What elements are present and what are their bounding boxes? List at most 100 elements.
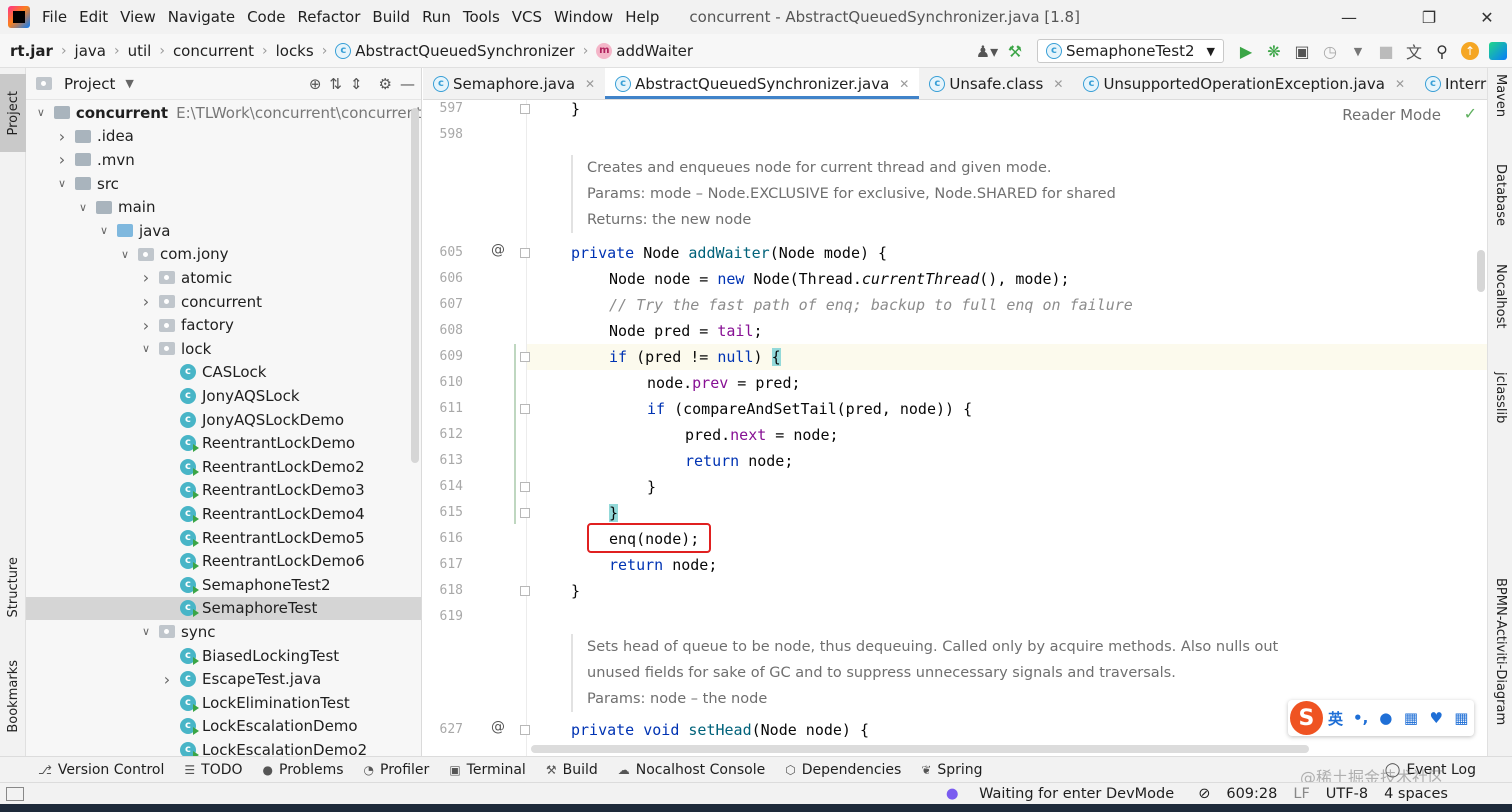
tree-item[interactable]: ∨ concurrent E:\TLWork\concurrent\concurre… bbox=[26, 101, 421, 125]
tool-tab-bpmn[interactable]: BPMN-Activiti-Diagram bbox=[1488, 578, 1512, 725]
tree-item[interactable]: c ReentrantLockDemo3 bbox=[26, 479, 421, 503]
ime-punctuation-toggle[interactable]: •, bbox=[1348, 709, 1373, 727]
tree-item[interactable]: c CASLock bbox=[26, 361, 421, 385]
build-hammer-icon[interactable]: ⚒ bbox=[1001, 37, 1029, 65]
skin-icon[interactable]: ♥ bbox=[1424, 709, 1449, 727]
chevron-right-icon[interactable]: › bbox=[139, 316, 153, 335]
editor-tab[interactable]: cInterrup bbox=[1415, 68, 1487, 99]
tree-item[interactable]: c ReentrantLockDemo2 bbox=[26, 455, 421, 479]
chevron-right-icon[interactable]: › bbox=[55, 127, 69, 146]
locate-icon[interactable]: ⊕ bbox=[309, 75, 322, 93]
chevron-down-icon[interactable]: ∨ bbox=[139, 625, 153, 638]
override-icon[interactable]: @ bbox=[491, 719, 505, 735]
tree-item[interactable]: c ReentrantLockDemo5 bbox=[26, 526, 421, 550]
tool-window-todo[interactable]: ☰ TODO bbox=[174, 762, 252, 778]
stop-icon[interactable]: ■ bbox=[1372, 37, 1400, 65]
breadcrumb-rt-jar[interactable]: rt.jar bbox=[10, 42, 53, 60]
line-separator[interactable]: LF bbox=[1285, 786, 1317, 802]
menu-vcs[interactable]: VCS bbox=[506, 0, 548, 34]
chevron-down-icon[interactable]: ∨ bbox=[76, 201, 90, 214]
menu-navigate[interactable]: Navigate bbox=[162, 0, 241, 34]
reader-mode-toggle[interactable]: Reader Mode bbox=[1342, 106, 1441, 124]
fold-icon[interactable] bbox=[520, 404, 530, 414]
menu-help[interactable]: Help bbox=[619, 0, 665, 34]
tool-window-version-control[interactable]: ⎇ Version Control bbox=[28, 762, 174, 778]
tree-item[interactable]: c SemaphoneTest2 bbox=[26, 573, 421, 597]
tree-item[interactable]: › c EscapeTest.java bbox=[26, 667, 421, 691]
search-icon[interactable]: ⚲ bbox=[1428, 37, 1456, 65]
tree-item[interactable]: ∨ src bbox=[26, 172, 421, 196]
minimize-icon[interactable]: — bbox=[1326, 0, 1372, 34]
ime-language-toggle[interactable]: 英 bbox=[1323, 708, 1348, 729]
tree-item[interactable]: c ReentrantLockDemo4 bbox=[26, 502, 421, 526]
tree-item[interactable]: c LockEliminationTest bbox=[26, 691, 421, 715]
tree-item[interactable]: ∨ lock bbox=[26, 337, 421, 361]
tree-item[interactable]: c SemaphoreTest bbox=[26, 596, 421, 621]
tree-item[interactable]: c ReentrantLockDemo6 bbox=[26, 549, 421, 573]
tree-item[interactable]: ∨ sync bbox=[26, 620, 421, 644]
tree-item[interactable]: ∨ main bbox=[26, 195, 421, 219]
tree-item[interactable]: › .mvn bbox=[26, 148, 421, 172]
sogou-logo-icon[interactable]: S bbox=[1290, 701, 1323, 735]
menu-build[interactable]: Build bbox=[366, 0, 416, 34]
no-connection-icon[interactable]: ⊘ bbox=[1190, 786, 1218, 802]
file-encoding[interactable]: UTF-8 bbox=[1318, 786, 1376, 802]
menu-view[interactable]: View bbox=[114, 0, 162, 34]
fold-icon[interactable] bbox=[520, 482, 530, 492]
gear-icon[interactable]: ⚙ bbox=[379, 75, 392, 93]
editor-tab[interactable]: c Semaphore.java ✕ bbox=[423, 68, 605, 99]
tree-item[interactable]: › .idea bbox=[26, 125, 421, 149]
indent-setting[interactable]: 4 spaces bbox=[1376, 786, 1456, 802]
chevron-down-icon[interactable]: ∨ bbox=[55, 177, 69, 190]
breadcrumb-locks[interactable]: locks bbox=[276, 42, 314, 60]
user-icon[interactable]: ♟▾ bbox=[973, 37, 1001, 65]
editor-tab[interactable]: c AbstractQueuedSynchronizer.java ✕ bbox=[605, 68, 920, 99]
inspection-ok-icon[interactable]: ✓ bbox=[1464, 104, 1477, 123]
project-panel-title[interactable]: Project bbox=[64, 75, 115, 93]
project-scrollbar[interactable] bbox=[411, 108, 419, 463]
tool-window-profiler[interactable]: ◔ Profiler bbox=[354, 762, 440, 778]
menu-code[interactable]: Code bbox=[241, 0, 291, 34]
breadcrumb-concurrent[interactable]: concurrent bbox=[173, 42, 254, 60]
tree-item[interactable]: ∨ java bbox=[26, 219, 421, 243]
override-icon[interactable]: @ bbox=[491, 242, 505, 258]
menu-run[interactable]: Run bbox=[416, 0, 457, 34]
menu-edit[interactable]: Edit bbox=[73, 0, 114, 34]
fold-icon[interactable] bbox=[520, 352, 530, 362]
editor-tab[interactable]: c UnsupportedOperationException.java ✕ bbox=[1073, 68, 1415, 99]
translate-icon[interactable]: 文 bbox=[1400, 37, 1428, 65]
breadcrumb-class[interactable]: c AbstractQueuedSynchronizer bbox=[335, 42, 575, 60]
tool-tab-nocalhost[interactable]: Nocalhost bbox=[1488, 264, 1512, 328]
caret-position[interactable]: 609:28 bbox=[1218, 786, 1285, 802]
update-icon[interactable]: ↑ bbox=[1456, 37, 1484, 65]
editor-horizontal-scrollbar[interactable] bbox=[531, 745, 1309, 753]
tree-item[interactable]: c ReentrantLockDemo bbox=[26, 431, 421, 455]
chevron-down-icon[interactable]: ▼ bbox=[125, 77, 133, 90]
chevron-right-icon[interactable]: › bbox=[160, 670, 174, 689]
tool-window-problems[interactable]: ● Problems bbox=[253, 762, 354, 778]
profile-icon[interactable]: ◷ bbox=[1316, 37, 1344, 65]
close-tab-icon[interactable]: ✕ bbox=[899, 77, 909, 91]
tree-item[interactable]: c JonyAQSLockDemo bbox=[26, 408, 421, 432]
keyboard-icon[interactable]: ▦ bbox=[1398, 709, 1423, 727]
chevron-right-icon[interactable]: › bbox=[139, 292, 153, 311]
breadcrumb-java[interactable]: java bbox=[75, 42, 106, 60]
run-icon[interactable]: ▶ bbox=[1232, 37, 1260, 65]
code-editor[interactable]: 597 598 605 606 607 608 609 610 611 612 … bbox=[423, 100, 1487, 756]
chevron-down-icon[interactable]: ∨ bbox=[118, 248, 132, 261]
menu-window[interactable]: Window bbox=[548, 0, 619, 34]
tree-item[interactable]: c LockEscalationDemo bbox=[26, 715, 421, 739]
chevron-down-icon[interactable]: ∨ bbox=[139, 342, 153, 355]
fold-icon[interactable] bbox=[520, 508, 530, 518]
chevron-right-icon[interactable]: › bbox=[55, 150, 69, 169]
restore-icon[interactable]: ❐ bbox=[1406, 0, 1452, 34]
breadcrumb-method[interactable]: m addWaiter bbox=[596, 42, 693, 60]
menu-file[interactable]: File bbox=[36, 0, 73, 34]
tool-tab-jclasslib[interactable]: jclasslib bbox=[1488, 372, 1512, 423]
tree-item[interactable]: c LockEscalationDemo2 bbox=[26, 738, 421, 756]
tree-item[interactable]: › atomic bbox=[26, 266, 421, 290]
close-icon[interactable]: ✕ bbox=[1464, 0, 1510, 34]
chevron-down-icon[interactable]: ∨ bbox=[34, 106, 48, 119]
tree-item[interactable]: › concurrent bbox=[26, 290, 421, 314]
fold-icon[interactable] bbox=[520, 248, 530, 258]
